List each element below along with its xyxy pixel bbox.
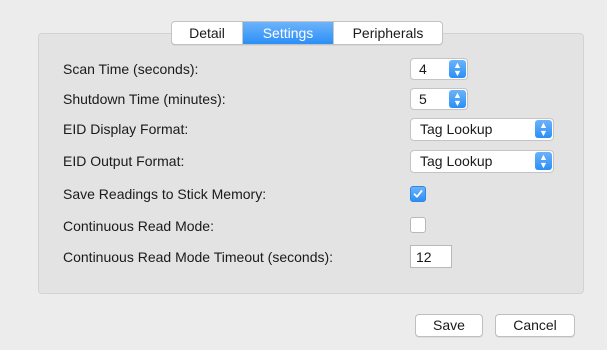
select-arrows-icon: ▲ ▼ — [535, 152, 552, 170]
scan-time-value: 4 — [419, 61, 427, 77]
continuous-read-checkbox[interactable] — [410, 217, 426, 233]
tab-detail[interactable]: Detail — [172, 22, 243, 44]
eid-output-format-label: EID Output Format: — [63, 153, 185, 169]
eid-display-format-value: Tag Lookup — [420, 121, 493, 137]
eid-output-format-select[interactable]: Tag Lookup ▲ ▼ — [410, 150, 554, 173]
eid-display-format-select[interactable]: Tag Lookup ▲ ▼ — [410, 118, 554, 141]
save-button[interactable]: Save — [415, 314, 483, 337]
checkmark-icon — [413, 190, 423, 198]
continuous-timeout-input[interactable] — [410, 245, 452, 268]
shutdown-time-value: 5 — [419, 91, 427, 107]
scan-time-stepper[interactable]: 4 ▲ ▼ — [410, 58, 468, 80]
select-arrows-icon: ▲ ▼ — [535, 120, 552, 138]
shutdown-time-stepper[interactable]: 5 ▲ ▼ — [410, 88, 468, 110]
stepper-arrows-icon[interactable]: ▲ ▼ — [449, 90, 466, 108]
tab-peripherals[interactable]: Peripherals — [334, 22, 442, 44]
scan-time-label: Scan Time (seconds): — [63, 61, 199, 77]
cancel-button[interactable]: Cancel — [495, 314, 575, 337]
save-readings-label: Save Readings to Stick Memory: — [63, 186, 267, 202]
tab-bar: Detail Settings Peripherals — [171, 21, 443, 45]
tab-settings[interactable]: Settings — [243, 22, 334, 44]
stepper-arrows-icon[interactable]: ▲ ▼ — [449, 60, 466, 78]
save-readings-checkbox[interactable] — [410, 186, 426, 202]
eid-display-format-label: EID Display Format: — [63, 121, 189, 137]
continuous-read-label: Continuous Read Mode: — [63, 218, 214, 234]
continuous-timeout-label: Continuous Read Mode Timeout (seconds): — [63, 249, 334, 265]
eid-output-format-value: Tag Lookup — [420, 153, 493, 169]
shutdown-time-label: Shutdown Time (minutes): — [63, 91, 226, 107]
